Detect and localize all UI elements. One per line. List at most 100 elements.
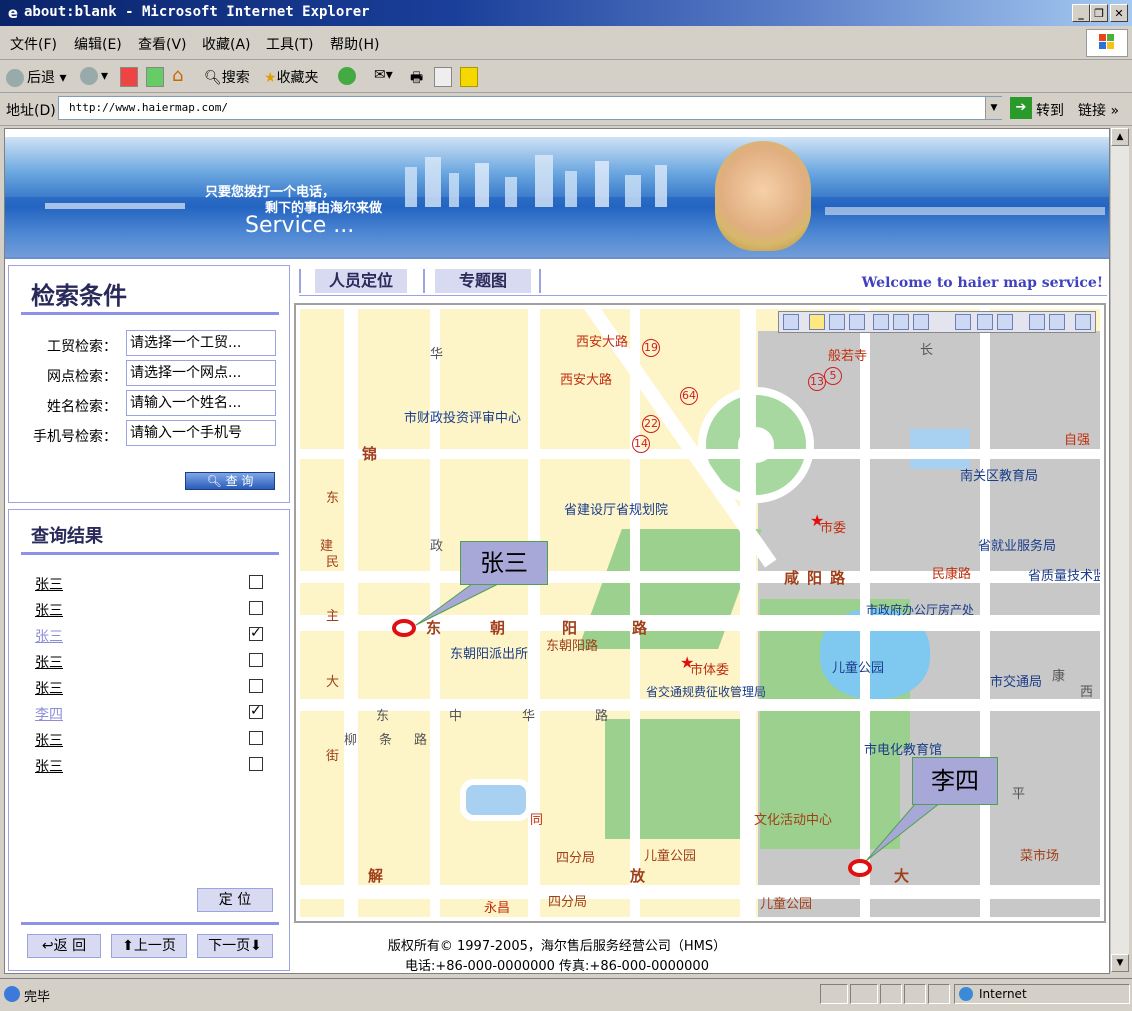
map-label: 菜市场 bbox=[1020, 849, 1060, 864]
map-label: 四分局 bbox=[556, 851, 596, 866]
result-name[interactable]: 张三 bbox=[35, 626, 63, 646]
route-marker[interactable]: 64 bbox=[680, 387, 698, 405]
history-icon[interactable] bbox=[338, 67, 356, 85]
print-icon[interactable]: 🖶︎ bbox=[410, 67, 423, 91]
callout-lisi[interactable]: 李四 bbox=[912, 757, 998, 805]
pan-hand-icon[interactable] bbox=[955, 314, 971, 330]
scroll-down-icon[interactable]: ▼ bbox=[1111, 954, 1129, 972]
map-label: 省交通规费征收管理局 bbox=[646, 685, 767, 699]
go-button[interactable]: 转到 bbox=[1036, 100, 1064, 120]
trade-search-select[interactable]: 请选择一个工贸... bbox=[126, 330, 276, 356]
result-checkbox[interactable] bbox=[249, 679, 263, 693]
full-extent-icon[interactable] bbox=[977, 314, 993, 330]
search-icon: 🔍︎ bbox=[206, 474, 222, 488]
refresh-map-icon[interactable] bbox=[1075, 314, 1091, 330]
road bbox=[980, 309, 990, 917]
result-checkbox[interactable] bbox=[249, 575, 263, 589]
close-button[interactable]: ✕ bbox=[1110, 4, 1128, 22]
result-name[interactable]: 李四 bbox=[35, 704, 63, 724]
map-label: 文化活动中心 bbox=[754, 813, 833, 828]
select-tool-icon[interactable] bbox=[809, 314, 825, 330]
outlet-search-select[interactable]: 请选择一个网点... bbox=[126, 360, 276, 386]
home-icon[interactable]: ⌂ bbox=[172, 67, 190, 85]
mail-button[interactable]: ✉︎▾ bbox=[374, 67, 393, 83]
result-name[interactable]: 张三 bbox=[35, 652, 63, 672]
maximize-button[interactable]: ❐ bbox=[1090, 4, 1108, 22]
phone-search-input[interactable]: 请输入一个手机号 bbox=[126, 420, 276, 446]
banner-operator-photo bbox=[715, 141, 811, 251]
result-name[interactable]: 张三 bbox=[35, 574, 63, 594]
route-marker[interactable]: 14 bbox=[632, 435, 650, 453]
route-marker[interactable]: 5 bbox=[824, 367, 842, 385]
zoom-in-icon[interactable] bbox=[873, 314, 889, 330]
edit-icon[interactable] bbox=[434, 67, 452, 87]
scroll-up-icon[interactable]: ▲ bbox=[1111, 128, 1129, 146]
zoom-out-icon[interactable] bbox=[893, 314, 909, 330]
map-label: 放 bbox=[630, 867, 646, 885]
menu-tools[interactable]: 工具(T) bbox=[266, 34, 313, 54]
result-checkbox[interactable] bbox=[249, 653, 263, 667]
locate-button[interactable]: 定 位 bbox=[197, 888, 273, 912]
map-label: 省就业服务局 bbox=[978, 539, 1057, 554]
edit-tool-icon[interactable] bbox=[783, 314, 799, 330]
back-button[interactable]: 后退 ▾ bbox=[6, 67, 66, 87]
minimize-button[interactable]: _ bbox=[1072, 4, 1090, 22]
route-marker[interactable]: 19 bbox=[642, 339, 660, 357]
menu-file[interactable]: 文件(F) bbox=[10, 34, 57, 54]
favorites-button[interactable]: ★收藏夹 bbox=[264, 67, 319, 87]
result-checkbox-checked[interactable]: ✓ bbox=[249, 626, 263, 641]
messenger-icon[interactable] bbox=[460, 67, 478, 87]
map-label: 东 bbox=[426, 619, 442, 637]
map-label: 南关区教育局 bbox=[960, 469, 1039, 484]
name-search-label: 姓名检索： bbox=[47, 399, 117, 415]
result-name[interactable]: 张三 bbox=[35, 730, 63, 750]
map-label: 自强 bbox=[1064, 433, 1091, 448]
status-segment bbox=[904, 984, 926, 1004]
stop-icon[interactable] bbox=[120, 67, 138, 87]
result-checkbox[interactable] bbox=[249, 757, 263, 771]
result-checkbox[interactable] bbox=[249, 601, 263, 615]
go-arrow-icon[interactable]: ➔ bbox=[1010, 97, 1032, 119]
callout-zhangsan[interactable]: 张三 bbox=[460, 541, 548, 585]
page-icon bbox=[4, 986, 20, 1002]
map-label: 民 bbox=[326, 555, 340, 570]
address-bar: 地址(D) http://www.haiermap.com/ ▼ ➔ 转到 链接… bbox=[0, 93, 1132, 126]
name-search-input[interactable]: 请输入一个姓名... bbox=[126, 390, 276, 416]
menu-edit[interactable]: 编辑(E) bbox=[74, 34, 122, 54]
refresh-icon[interactable] bbox=[146, 67, 164, 87]
location-pin-icon[interactable] bbox=[392, 619, 416, 637]
zoom-extent-icon[interactable] bbox=[913, 314, 929, 330]
result-checkbox-checked[interactable]: ✓ bbox=[249, 704, 263, 719]
result-name[interactable]: 张三 bbox=[35, 756, 63, 776]
menu-view[interactable]: 查看(V) bbox=[138, 34, 187, 54]
forward-arrow-icon[interactable] bbox=[1049, 314, 1065, 330]
query-button[interactable]: 🔍︎ 查 询 bbox=[185, 472, 275, 490]
result-checkbox[interactable] bbox=[249, 731, 263, 745]
back-arrow-icon[interactable] bbox=[1029, 314, 1045, 330]
route-marker[interactable]: 22 bbox=[642, 415, 660, 433]
status-zone: Internet bbox=[954, 984, 1130, 1004]
map-label: 华 bbox=[430, 347, 444, 362]
address-input[interactable]: http://www.haiermap.com/ bbox=[58, 96, 1002, 120]
links-button[interactable]: 链接 » bbox=[1078, 100, 1119, 120]
menu-favorites[interactable]: 收藏(A) bbox=[202, 34, 251, 54]
overview-icon[interactable] bbox=[997, 314, 1013, 330]
bottom-divider bbox=[21, 922, 279, 925]
search-button[interactable]: 🔍︎搜索 bbox=[204, 67, 250, 87]
select-circle-icon[interactable] bbox=[849, 314, 865, 330]
select-area-icon[interactable] bbox=[829, 314, 845, 330]
address-label: 地址(D) bbox=[6, 103, 56, 119]
result-name[interactable]: 张三 bbox=[35, 600, 63, 620]
vertical-scrollbar[interactable]: ▲ ▼ bbox=[1110, 128, 1129, 972]
tab-thematic-map[interactable]: 专题图 bbox=[435, 269, 531, 293]
forward-button[interactable]: ▾ bbox=[80, 67, 108, 85]
result-name[interactable]: 张三 bbox=[35, 678, 63, 698]
phone-search-label: 手机号检索： bbox=[33, 429, 117, 445]
menu-help[interactable]: 帮助(H) bbox=[330, 34, 379, 54]
tab-person-locate[interactable]: 人员定位 bbox=[315, 269, 407, 293]
address-dropdown-icon[interactable]: ▼ bbox=[985, 97, 1002, 119]
map-canvas[interactable]: 19 64 22 14 13 5 西安大路 西安大路 市财政投资评审中心 省建设… bbox=[300, 309, 1100, 917]
road bbox=[430, 309, 440, 917]
back-arrow-icon bbox=[6, 69, 24, 87]
location-pin-icon[interactable] bbox=[848, 859, 872, 877]
